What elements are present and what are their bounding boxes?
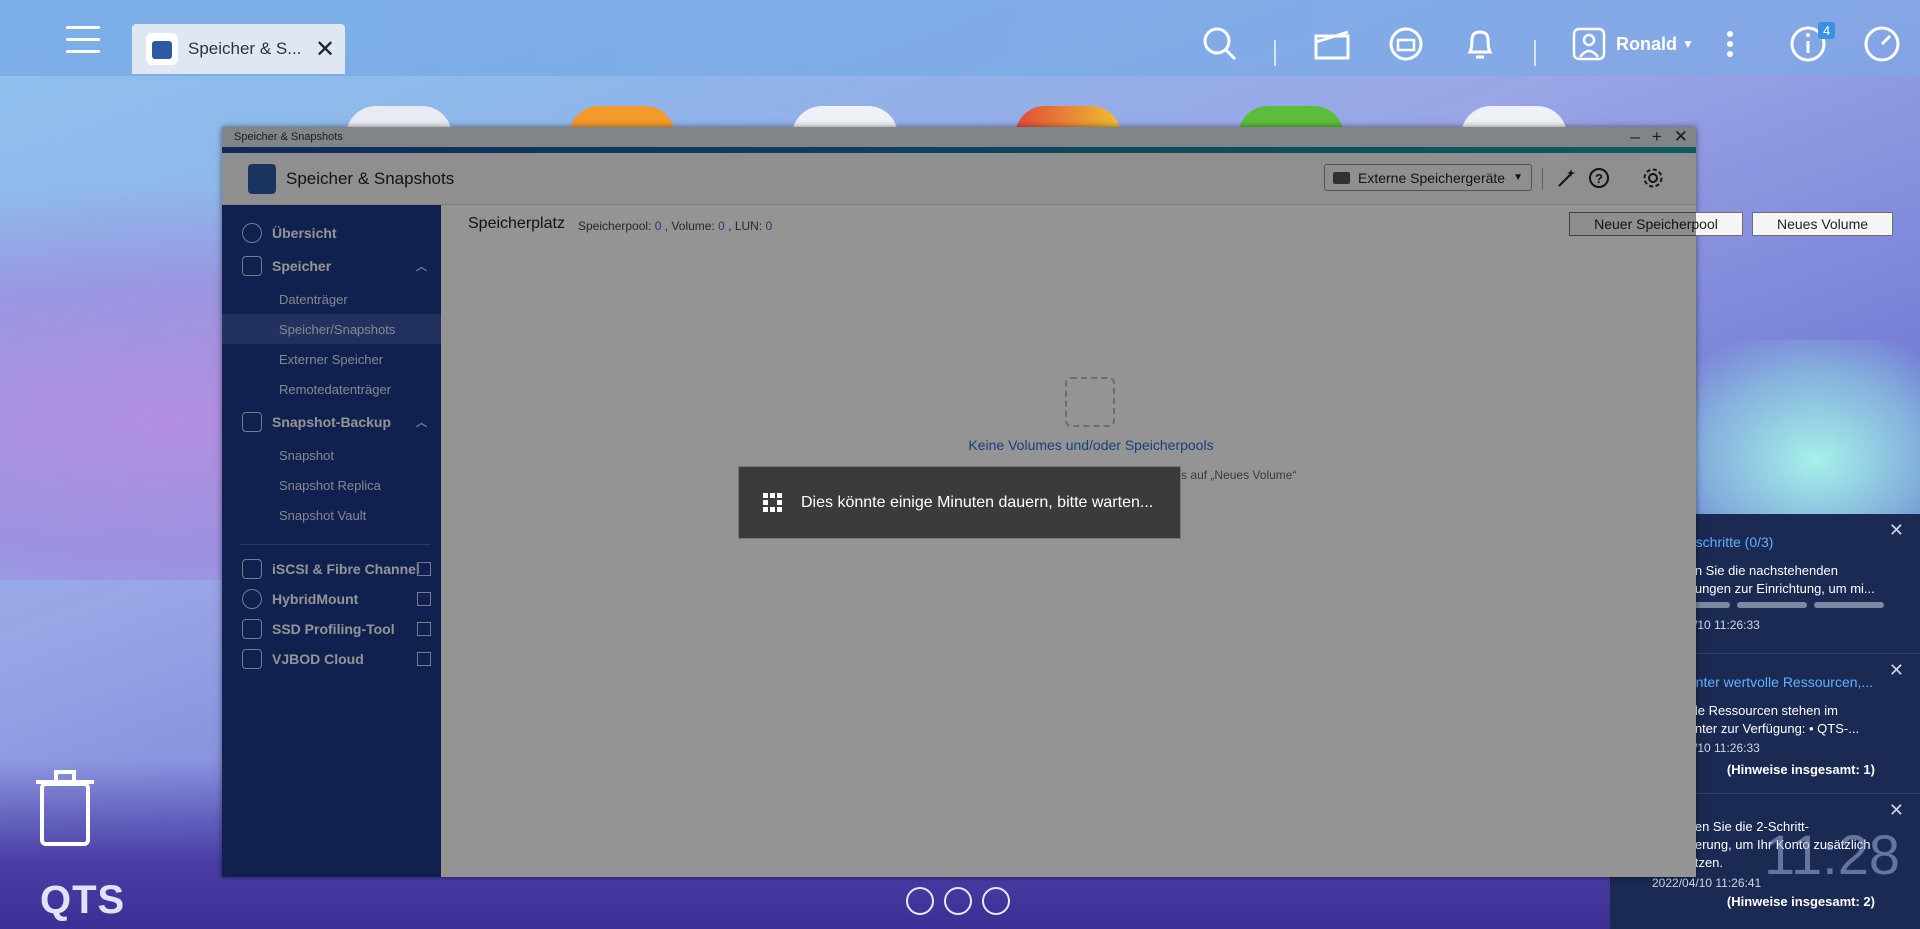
loading-message: Dies könnte einige Minuten dauern, bitte… — [801, 493, 1154, 511]
desktop-wallpaper-wave-right — [1660, 340, 1920, 540]
user-menu[interactable]: Ronald ▼ — [1572, 24, 1694, 64]
notification-body: ...nter zur Verfügung: • QTS-... — [1684, 721, 1860, 736]
notification-body: ...le Ressourcen stehen im — [1684, 703, 1838, 718]
tools-icon[interactable] — [944, 887, 972, 915]
media-icon[interactable] — [1312, 24, 1352, 64]
close-icon[interactable]: ✕ — [1889, 800, 1904, 821]
notification-time: 2022/04/10 11:26:41 — [1652, 876, 1762, 890]
close-icon[interactable]: ✕ — [1889, 660, 1904, 681]
taskbar: Speicher & S... ✕ Ronald ▼ 4 — [0, 0, 1920, 76]
close-icon[interactable]: ✕ — [1889, 520, 1904, 541]
more-options-icon[interactable] — [1722, 24, 1738, 64]
search-icon[interactable] — [1200, 24, 1240, 64]
notification-body: ...ungen zur Einrichtung, um mi... — [1684, 581, 1875, 596]
loading-spinner-icon — [763, 492, 783, 513]
storage-app-icon — [146, 33, 178, 65]
chevron-down-icon: ▼ — [1682, 37, 1694, 51]
sync-icon[interactable] — [1386, 24, 1426, 64]
divider — [1534, 40, 1536, 66]
dashboard-icon[interactable] — [1862, 24, 1902, 64]
bell-icon[interactable] — [1460, 24, 1500, 64]
bottom-dock — [906, 887, 1010, 915]
trash-icon[interactable] — [36, 770, 94, 848]
notification-title: ...schritte (0/3) — [1684, 534, 1774, 550]
notification-title: ...nter wertvolle Ressourcen,... — [1684, 674, 1874, 690]
qts-brand: QTS — [40, 878, 126, 922]
notification-count: (Hinweise insgesamt: 2) — [1726, 894, 1875, 909]
taskbar-app-tab[interactable]: Speicher & S... ✕ — [132, 24, 345, 74]
desktop-clock: 11:28 — [1764, 823, 1900, 886]
book-icon[interactable] — [982, 887, 1010, 915]
user-name: Ronald — [1616, 33, 1677, 54]
user-icon — [1572, 27, 1606, 61]
taskbar-app-title: Speicher & S... — [188, 39, 302, 58]
new-volume-button[interactable]: Neues Volume — [1752, 212, 1893, 236]
close-tab-icon[interactable]: ✕ — [315, 35, 335, 64]
cloud-icon[interactable] — [906, 887, 934, 915]
main-menu-icon[interactable] — [66, 26, 100, 58]
notification-badge: 4 — [1818, 22, 1836, 39]
loading-dialog: Dies könnte einige Minuten dauern, bitte… — [738, 466, 1181, 539]
divider — [1274, 40, 1276, 66]
notification-count: (Hinweise insgesamt: 1) — [1726, 762, 1875, 777]
notification-body: ...n Sie die nachstehenden — [1684, 563, 1838, 578]
